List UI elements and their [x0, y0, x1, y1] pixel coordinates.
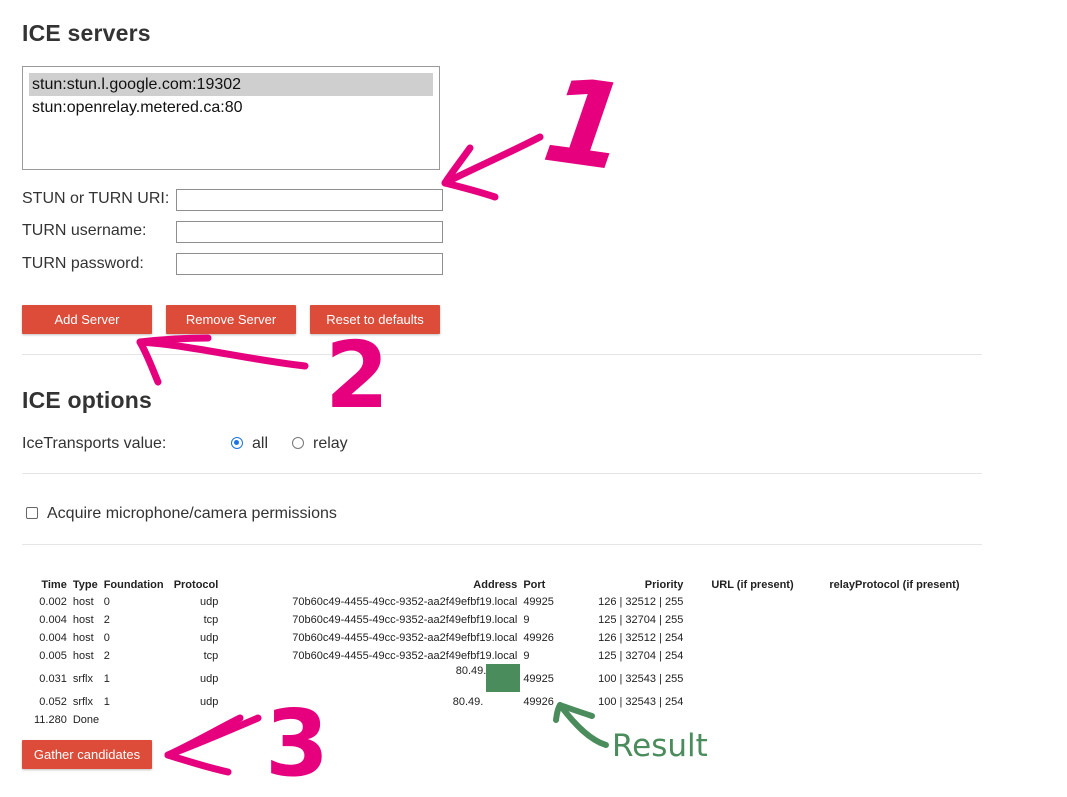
arrow-2-shaft	[136, 338, 309, 370]
result-annotation-label: Result	[612, 728, 708, 764]
annotation-marker-1: 1	[535, 49, 637, 199]
annotation-marker-3: 3	[265, 690, 330, 797]
arrow-3-upper	[164, 714, 244, 759]
annotation-marker-2: 2	[325, 322, 390, 429]
arrow-3-head	[164, 751, 232, 776]
annotation-overlay	[136, 133, 609, 776]
